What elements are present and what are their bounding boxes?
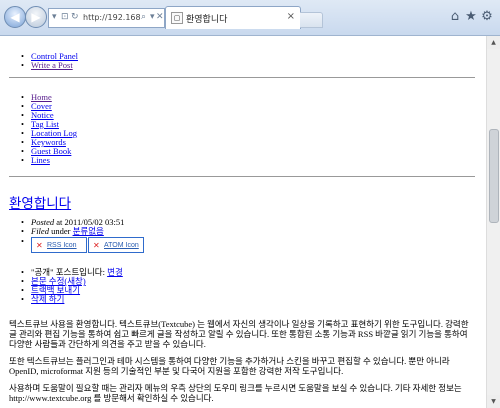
- write-post-link[interactable]: Write a Post: [31, 60, 73, 70]
- tab-close-icon[interactable]: ×: [287, 11, 295, 22]
- refresh-icon[interactable]: ↻: [71, 12, 79, 22]
- home-icon[interactable]: ⌂: [448, 10, 462, 24]
- post-body: 텍스트큐브 사용을 환영합니다. 텍스트큐브(Textcube) 는 웹에서 자…: [9, 319, 475, 408]
- stop-icon[interactable]: ✕: [156, 12, 164, 22]
- feed-links: ✕ RSS Icon ✕ ATOM Icon: [21, 237, 145, 253]
- atom-feed-button[interactable]: ✕ ATOM Icon: [88, 237, 144, 253]
- address-dropdown-icon[interactable]: ▾: [52, 12, 57, 22]
- post-paragraph: 텍스트큐브 사용을 환영합니다. 텍스트큐브(Textcube) 는 웹에서 자…: [9, 319, 469, 349]
- post-paragraph: 사용하며 도움말이 필요할 때는 관리자 메뉴의 우측 상단의 도우미 링크를 …: [9, 383, 462, 403]
- broken-image-icon: ✕: [36, 241, 43, 250]
- compatibility-view-icon[interactable]: ⊡: [61, 12, 69, 22]
- rss-feed-button[interactable]: ✕ RSS Icon: [31, 237, 87, 253]
- search-dropdown-icon[interactable]: ▾: [150, 12, 155, 22]
- nav-lines-link[interactable]: Lines: [31, 155, 50, 165]
- scroll-down-icon[interactable]: ▼: [487, 395, 500, 408]
- address-bar[interactable]: ▾ ⊡ ↻ http://192.168.0... ⌕ ▾ ✕: [48, 8, 165, 28]
- post-title-link[interactable]: 환영합니다: [9, 192, 71, 212]
- scroll-up-icon[interactable]: ▲: [487, 36, 500, 49]
- list-item: Filed under 분류없음: [21, 226, 124, 237]
- browser-toolbar: ◀ ▶ ▾ ⊡ ↻ http://192.168.0... ⌕ ▾ ✕ ▢ 환영…: [0, 0, 500, 36]
- vertical-scrollbar[interactable]: ▲ ▼: [486, 36, 500, 408]
- admin-links: Control Panel Write a Post: [21, 52, 78, 71]
- list-item: 삭제 하기: [21, 294, 123, 305]
- browser-window: ◀ ▶ ▾ ⊡ ↻ http://192.168.0... ⌕ ▾ ✕ ▢ 환영…: [0, 0, 500, 408]
- post-paragraph: 또한 텍스트큐브는 플러그인과 테마 시스템을 통하여 다양한 기능을 추가하거…: [9, 356, 450, 376]
- divider: [9, 176, 475, 177]
- scrollbar-thumb[interactable]: [489, 129, 499, 223]
- search-icon[interactable]: ⌕: [141, 12, 146, 22]
- tab-title: 환영합니다: [186, 15, 228, 25]
- change-visibility-link[interactable]: 변경: [107, 267, 123, 277]
- filed-label: Filed: [31, 226, 49, 236]
- category-link[interactable]: 분류없음: [73, 226, 104, 236]
- delete-post-link[interactable]: 삭제 하기: [31, 294, 64, 304]
- broken-image-icon: ✕: [93, 241, 100, 250]
- atom-icon-label: ATOM Icon: [104, 242, 139, 249]
- blog-nav: Home Cover Notice Tag List Location Log …: [21, 93, 77, 166]
- divider: [9, 77, 475, 78]
- post-actions: "공개" 포스트입니다: 변경 본문 수정(새창) 트랙백 보내기 삭제 하기: [21, 267, 123, 305]
- page-favicon-icon: ▢: [171, 12, 183, 24]
- list-item: Write a Post: [21, 60, 78, 71]
- list-item: Lines: [21, 155, 77, 166]
- back-arrow-icon[interactable]: ◀: [4, 6, 26, 28]
- new-tab-button[interactable]: [300, 12, 323, 28]
- post-meta: Posted at 2011/05/02 03:51 Filed under 분…: [21, 218, 124, 237]
- rss-icon-label: RSS Icon: [47, 242, 77, 249]
- forward-arrow-icon[interactable]: ▶: [25, 6, 47, 28]
- page-content: Control Panel Write a Post Home Cover No…: [0, 36, 487, 408]
- star-icon[interactable]: ★: [464, 10, 478, 24]
- browser-tab-active[interactable]: ▢ 환영합니다 ×: [165, 6, 301, 29]
- gear-icon[interactable]: ⚙: [480, 10, 494, 24]
- filed-under-text: under: [48, 226, 73, 236]
- list-item: ✕ RSS Icon ✕ ATOM Icon: [21, 237, 145, 253]
- address-text[interactable]: http://192.168.0...: [83, 13, 141, 22]
